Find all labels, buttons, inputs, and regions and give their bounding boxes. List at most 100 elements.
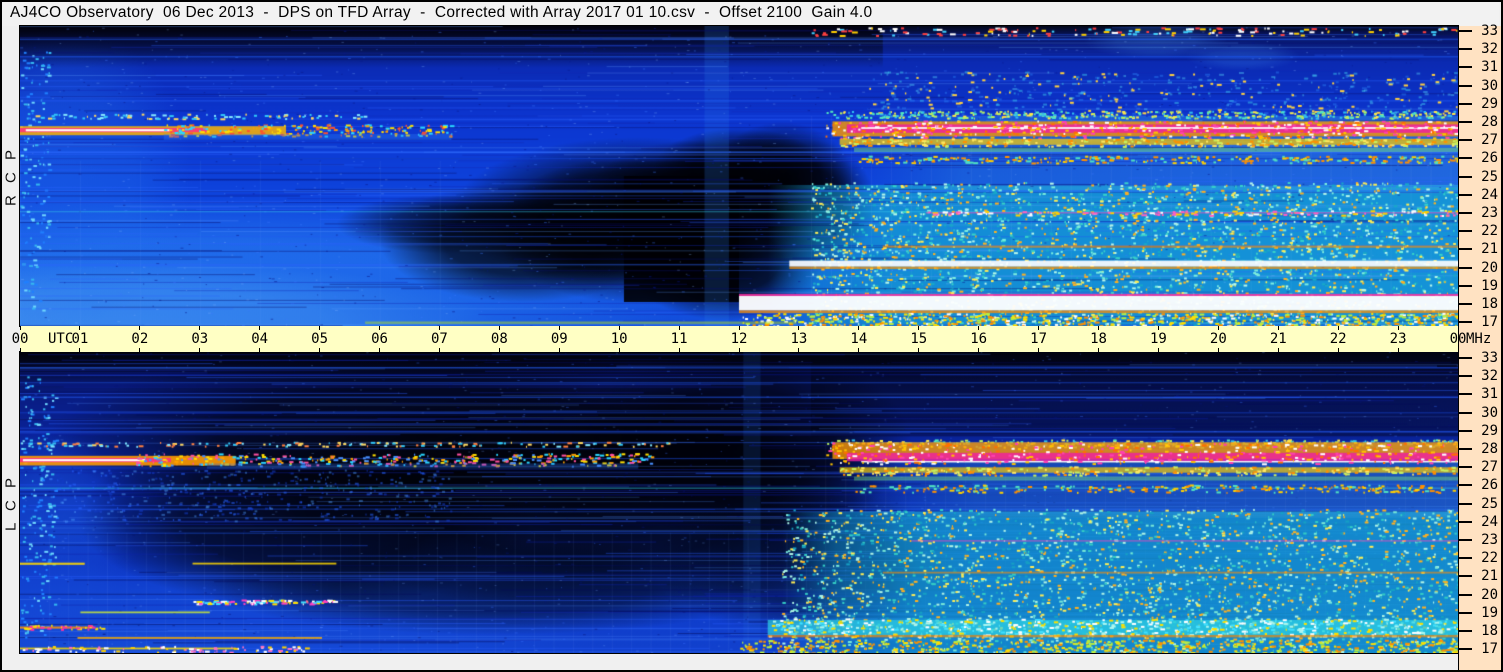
- time-tick: [1397, 348, 1399, 352]
- freq-tick: [1459, 121, 1472, 123]
- time-tick: [1337, 326, 1339, 330]
- spectrogram-panel-lcp: [19, 351, 1459, 654]
- freq-tick: [1459, 557, 1472, 560]
- time-tick-label: 04: [251, 331, 269, 347]
- time-tick: [738, 348, 740, 352]
- time-tick-label: 10: [610, 331, 628, 347]
- freq-tick-label: 21: [1481, 568, 1498, 585]
- freq-tick-label: 33: [1481, 350, 1498, 366]
- time-tick-label: 11: [670, 331, 688, 347]
- freq-tick: [1459, 502, 1472, 505]
- freq-tick-label: 32: [1481, 41, 1498, 58]
- freq-tick-label: 26: [1481, 150, 1498, 167]
- freq-tick-label: 32: [1481, 368, 1498, 385]
- freq-tick-label: 30: [1481, 404, 1498, 421]
- time-tick: [1397, 326, 1399, 330]
- freq-tick: [1459, 484, 1472, 487]
- time-tick: [618, 326, 620, 330]
- time-axis: UTC 00 01 02 03 04 05 06 07 08 09 10 11 12 13 14 15 16 17…: [12, 326, 1466, 352]
- time-tick-label: 17: [1030, 331, 1048, 347]
- freq-tick-label: 33: [1481, 23, 1498, 39]
- time-tick: [1157, 348, 1159, 352]
- time-tick-label: 21: [1269, 331, 1287, 347]
- time-tick-label: 22: [1329, 331, 1347, 347]
- freq-tick-label: 20: [1481, 259, 1498, 276]
- app-window: AJ4CO Observatory 06 Dec 2013 - DPS on T…: [0, 0, 1503, 672]
- time-tick: [1337, 348, 1339, 352]
- freq-tick: [1459, 66, 1472, 69]
- freq-tick-label: 30: [1481, 77, 1498, 94]
- time-tick: [19, 326, 21, 330]
- freq-tick-label: 23: [1481, 205, 1498, 221]
- time-tick: [199, 326, 201, 330]
- freq-tick: [1459, 30, 1472, 32]
- time-tick: [1038, 326, 1040, 330]
- time-tick: [978, 348, 980, 352]
- time-tick: [438, 348, 440, 352]
- freq-tick-label: 22: [1481, 550, 1498, 567]
- time-unit-label: UTC: [48, 331, 74, 347]
- freq-unit-label: MHz: [1466, 331, 1492, 347]
- time-tick: [1277, 348, 1279, 352]
- freq-tick: [1459, 575, 1472, 578]
- freq-tick: [1459, 248, 1472, 251]
- freq-tick: [1459, 175, 1472, 178]
- frequency-scale: 33 32 31 30 29 28 27 26 25 24 23 22 21 20 19 18 17 33 32 31…: [1458, 23, 1501, 670]
- time-tick-label: 19: [1149, 331, 1167, 347]
- time-tick: [678, 326, 680, 330]
- freq-tick-label: 28: [1481, 441, 1498, 457]
- time-tick-label: 18: [1090, 331, 1107, 347]
- time-tick: [259, 348, 261, 352]
- time-tick-label: 12: [730, 331, 748, 347]
- time-tick-label: 00: [1449, 331, 1467, 347]
- time-tick: [438, 326, 440, 330]
- time-tick: [858, 348, 860, 352]
- freq-tick-label: 19: [1481, 604, 1498, 621]
- time-tick-label: 15: [910, 331, 928, 347]
- time-tick: [1217, 348, 1219, 352]
- freq-tick: [1459, 375, 1472, 378]
- time-tick-label: 05: [311, 331, 329, 347]
- freq-tick: [1459, 321, 1472, 324]
- freq-tick: [1459, 393, 1472, 396]
- time-tick-label: 09: [550, 331, 568, 347]
- time-tick: [1277, 326, 1279, 330]
- freq-tick-label: 23: [1481, 532, 1498, 548]
- freq-tick: [1459, 157, 1472, 160]
- freq-tick-label: 22: [1481, 223, 1498, 240]
- freq-tick: [1459, 357, 1472, 359]
- time-tick: [858, 326, 860, 330]
- freq-tick: [1459, 448, 1472, 450]
- time-tick: [618, 348, 620, 352]
- freq-tick-label: 18: [1481, 296, 1498, 312]
- freq-tick-label: 17: [1481, 314, 1498, 331]
- freq-tick: [1459, 266, 1472, 269]
- time-tick: [1217, 326, 1219, 330]
- freq-tick-label: 20: [1481, 586, 1498, 603]
- freq-tick-label: 24: [1481, 513, 1498, 530]
- time-tick: [918, 348, 920, 352]
- time-tick-label: 06: [371, 331, 388, 347]
- freq-tick: [1459, 611, 1472, 614]
- time-tick: [1457, 326, 1459, 330]
- freq-tick: [1459, 48, 1472, 51]
- time-tick-label: 00: [11, 331, 29, 347]
- time-tick-label: 16: [970, 331, 988, 347]
- time-tick: [558, 348, 560, 352]
- time-tick-label: 23: [1389, 331, 1407, 347]
- freq-tick: [1459, 284, 1472, 287]
- time-tick: [139, 348, 141, 352]
- time-tick: [1038, 348, 1040, 352]
- polarization-label-lcp: L C P: [2, 474, 20, 531]
- freq-tick-label: 31: [1481, 386, 1498, 403]
- time-tick: [79, 326, 81, 330]
- time-tick: [738, 326, 740, 330]
- time-tick-label: 13: [790, 331, 808, 347]
- time-tick: [199, 348, 201, 352]
- time-tick: [379, 326, 380, 330]
- time-tick-label: 07: [430, 331, 448, 347]
- time-tick: [259, 326, 261, 330]
- spectrogram-panel-rcp: [19, 25, 1459, 327]
- time-tick-label: 02: [131, 331, 149, 347]
- freq-tick-label: 27: [1481, 132, 1498, 149]
